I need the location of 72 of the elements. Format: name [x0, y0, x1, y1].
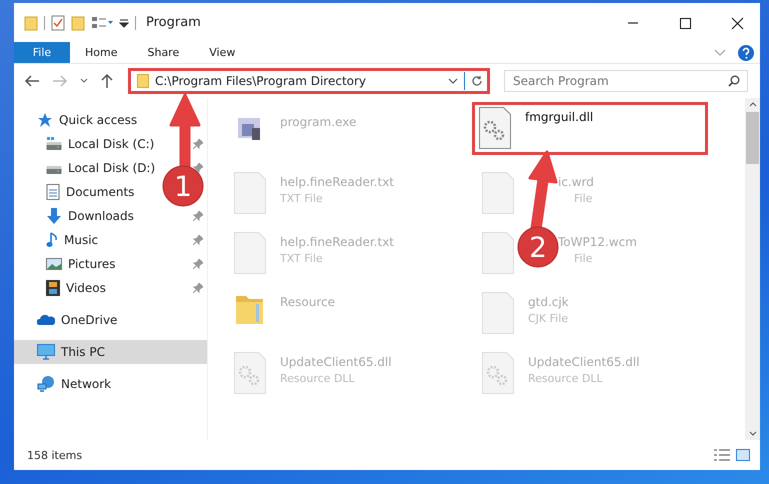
landscape-icon: [46, 257, 62, 271]
sidebar-item[interactable]: Music: [64, 233, 98, 247]
dropdown-caret-icon[interactable]: [448, 78, 458, 84]
sidebar-item[interactable]: This PC: [14, 340, 207, 364]
pin-icon[interactable]: [193, 259, 203, 269]
properties-icon[interactable]: [51, 14, 65, 30]
blank-file-icon: [234, 172, 266, 214]
file-type: Resource DLL: [528, 372, 604, 385]
step-number-badge: 2: [518, 226, 558, 268]
network-globe-icon: [37, 376, 55, 392]
address-bar[interactable]: C:\Program Files\Program Directory: [128, 68, 490, 94]
pin-icon[interactable]: [193, 163, 203, 173]
file-menu-button[interactable]: File: [14, 42, 70, 63]
scroll-down-icon[interactable]: [748, 431, 756, 436]
pin-icon[interactable]: [193, 139, 203, 149]
document-icon: [46, 184, 60, 200]
sidebar-label[interactable]: This PC: [61, 345, 105, 359]
sidebar-item[interactable]: Downloads: [68, 209, 134, 223]
pin-icon[interactable]: [193, 235, 203, 245]
pin-icon[interactable]: [193, 283, 203, 293]
scroll-up-icon[interactable]: [748, 102, 756, 107]
item-count: 158 items: [27, 448, 82, 462]
file-type: File: [574, 252, 594, 265]
ribbon-tab[interactable]: View: [194, 42, 250, 63]
cloud-icon: [37, 314, 55, 326]
file-type: File: [574, 192, 594, 205]
gears-file-icon: [479, 107, 511, 149]
refresh-icon[interactable]: [471, 75, 483, 87]
gears-file-icon: [234, 352, 266, 394]
star-icon: [37, 112, 53, 128]
file-type: TXT File: [280, 192, 324, 205]
sidebar-item[interactable]: Network: [61, 377, 112, 391]
sidebar-item[interactable]: Documents: [66, 185, 134, 199]
file-item[interactable]: fmgrguil.dll: [472, 102, 708, 155]
sidebar-item[interactable]: OneDrive: [61, 313, 118, 327]
drive-icon: [46, 136, 62, 152]
sidebar-item[interactable]: Local Disk (C:): [68, 137, 154, 151]
blank-file-icon: [482, 232, 514, 274]
back-icon[interactable]: [24, 74, 40, 88]
file-name[interactable]: fmgrguil.dll: [525, 110, 594, 124]
blank-file-icon: [482, 292, 514, 334]
customize-caret-icon[interactable]: [119, 18, 129, 28]
sidebar-item[interactable]: Videos: [66, 281, 106, 295]
window-title: Program: [146, 15, 201, 30]
up-icon[interactable]: [100, 73, 114, 89]
file-type: Resource DLL: [280, 372, 356, 385]
pin-icon[interactable]: [193, 211, 203, 221]
search-field[interactable]: Search Program: [504, 70, 748, 92]
scrollbar[interactable]: [745, 98, 760, 440]
blank-file-icon: [482, 172, 514, 214]
monitor-icon: [37, 344, 55, 360]
scrollbar-thumb[interactable]: [746, 112, 759, 164]
ribbon-tab[interactable]: Share: [132, 42, 194, 63]
recent-caret-icon[interactable]: [80, 78, 88, 84]
view-list-icon[interactable]: [91, 16, 113, 30]
music-note-icon: [46, 232, 58, 248]
ribbon-tab[interactable]: Home: [70, 42, 132, 63]
download-arrow-icon: [46, 208, 62, 224]
large-icons-view-icon[interactable]: [736, 449, 750, 461]
blank-file-icon: [234, 232, 266, 274]
folder-icon: [137, 74, 149, 88]
file-type: CJK File: [528, 312, 569, 325]
sidebar-item[interactable]: Local Disk (D:): [68, 161, 156, 175]
expand-ribbon-icon[interactable]: [714, 48, 726, 56]
sidebar-item[interactable]: Quick access: [59, 113, 138, 127]
step-number-badge: 1: [162, 166, 204, 206]
details-view-icon[interactable]: [714, 449, 730, 461]
sidebar-item[interactable]: Pictures: [68, 257, 116, 271]
gears-file-icon: [482, 352, 514, 394]
help-icon[interactable]: [738, 44, 754, 60]
film-strip-icon: [46, 280, 60, 296]
file-type: TXT File: [280, 252, 324, 265]
